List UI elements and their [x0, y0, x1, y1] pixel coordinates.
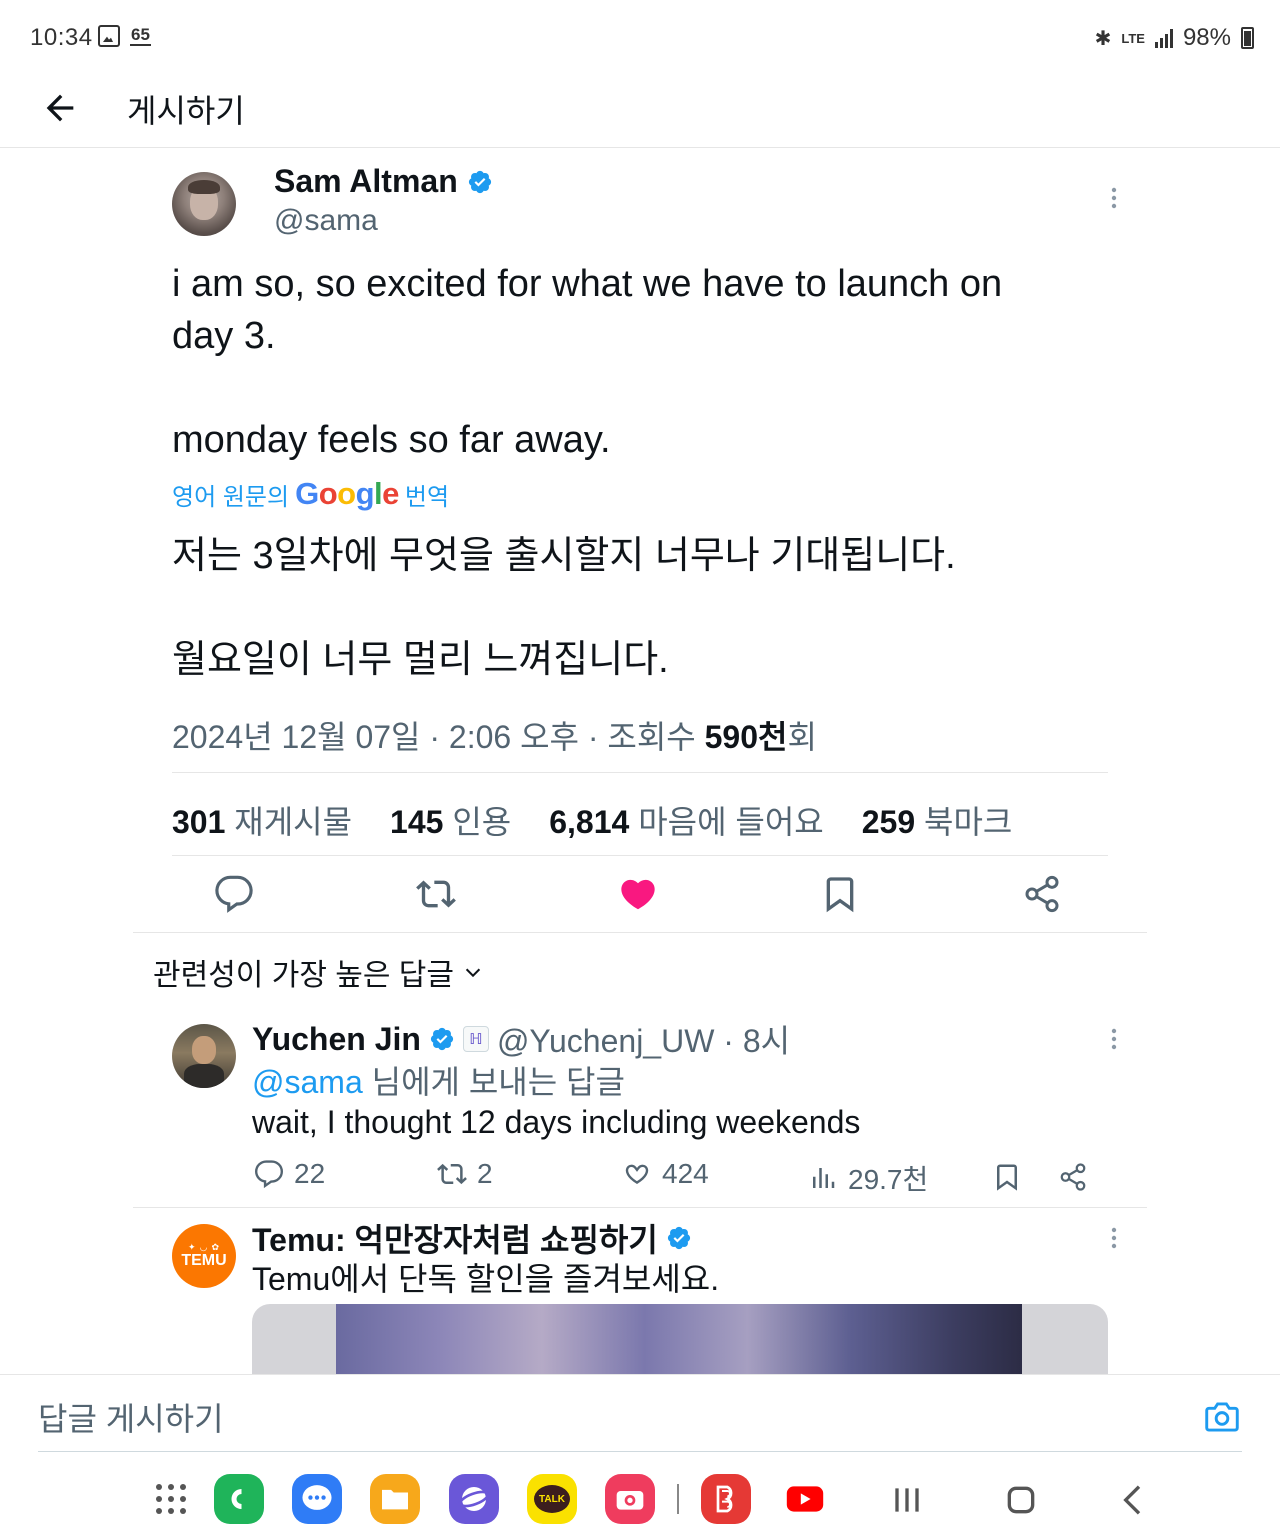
reply-bookmark-icon[interactable] [992, 1162, 1022, 1192]
ad-text: Temu에서 단독 할인을 즐겨보세요. [252, 1261, 720, 1297]
stat-quotes[interactable]: 145 인용 [390, 797, 511, 843]
reply-views-button[interactable]: 29.7천 [808, 1158, 928, 1198]
camera-icon[interactable] [1204, 1401, 1240, 1433]
reply-composer [0, 1374, 1280, 1454]
gallery-notification-icon [98, 25, 120, 47]
author-name-row[interactable]: Sam Altman [274, 163, 493, 200]
reply-header: Yuchen Jin ℍ @Yuchenj_UW · 8시 [252, 1016, 790, 1062]
share-icon[interactable] [1022, 874, 1062, 914]
engagement-stats: 301 재게시물 145 인용 6,814 마음에 들어요 259 북마크 [172, 797, 1012, 843]
divider [133, 1207, 1147, 1208]
status-bar: 10:34 65 ✱ LTE 98% [0, 0, 1280, 74]
battery-percent: 98% [1182, 24, 1231, 51]
affiliate-badge-icon: ℍ [462, 1026, 489, 1052]
more-options-icon[interactable] [1110, 186, 1118, 210]
stat-bookmarks[interactable]: 259 북마크 [862, 797, 1013, 843]
reply-avatar[interactable] [172, 1024, 236, 1088]
author-handle[interactable]: @sama [274, 204, 378, 238]
divider [133, 932, 1147, 933]
signal-icon [1154, 28, 1173, 48]
bookmark-icon[interactable] [820, 874, 860, 914]
back-nav-icon[interactable] [1114, 1480, 1154, 1520]
stat-likes[interactable]: 6,814 마음에 들어요 [549, 797, 824, 843]
post-meta: 2024년 12월 07일 · 2:06 오후 · 조회수 590천회 [172, 719, 817, 755]
notification-badge: 65 [130, 25, 151, 46]
chevron-down-icon [465, 968, 481, 978]
replying-to: @sama 님에게 보내는 답글 [252, 1064, 625, 1100]
reply-author-name[interactable]: Yuchen Jin [252, 1021, 421, 1058]
files-app-icon[interactable] [370, 1474, 420, 1524]
heart-icon [625, 1164, 649, 1184]
view-count: 590천 [704, 719, 788, 755]
google-logo: Google [295, 476, 399, 511]
reply-text: wait, I thought 12 days including weeken… [252, 1104, 861, 1140]
post-date: 2024년 12월 07일 · 2:06 오후 · 조회수 [172, 719, 696, 755]
more-options-icon[interactable] [1110, 1027, 1118, 1051]
kakaotalk-app-icon[interactable]: TALK [527, 1474, 577, 1524]
views-chart-icon [813, 1168, 835, 1188]
reply-icon [254, 1160, 284, 1189]
youtube-app-icon[interactable] [780, 1474, 830, 1524]
phone-app-icon[interactable] [214, 1474, 264, 1524]
divider [172, 772, 1108, 773]
lte-icon: LTE [1121, 30, 1145, 46]
camera-app-icon[interactable] [605, 1474, 655, 1524]
repost-icon [437, 1163, 467, 1185]
internet-app-icon[interactable] [449, 1474, 499, 1524]
divider [38, 1451, 1242, 1452]
reply-repost-button[interactable]: 2 [437, 1158, 493, 1190]
nav-separator [677, 1484, 679, 1514]
home-icon[interactable] [1001, 1480, 1041, 1520]
author-name[interactable]: Sam Altman [274, 163, 458, 199]
translate-suffix: 번역 [404, 483, 450, 511]
verified-badge-icon [430, 1027, 454, 1051]
like-icon-active[interactable] [618, 874, 658, 914]
translate-prefix: 영어 원문의 [172, 483, 290, 511]
verified-badge-icon [468, 170, 491, 194]
temu-logo[interactable]: ✦ ◡ ✿ TEMU [172, 1224, 236, 1288]
reply-mention[interactable]: @sama [252, 1064, 363, 1100]
translation-attribution[interactable]: 영어 원문의 Google 번역 [172, 476, 449, 512]
recent-apps-icon[interactable] [887, 1480, 927, 1520]
translated-text: 저는 3일차에 무엇을 출시할지 너무나 기대됩니다. 월요일이 너무 멀리 느… [172, 535, 956, 681]
reply-like-button[interactable]: 424 [622, 1158, 709, 1190]
stat-reposts[interactable]: 301 재게시물 [172, 797, 352, 843]
more-options-icon[interactable] [1110, 1226, 1118, 1250]
bluetooth-icon: ✱ [1094, 27, 1112, 50]
reply-sort-dropdown[interactable]: 관련성이 가장 높은 답글 [153, 950, 484, 994]
ad-media-image[interactable] [252, 1304, 1108, 1376]
sort-label: 관련성이 가장 높은 답글 [153, 959, 455, 992]
page-title: 게시하기 [127, 93, 245, 129]
messages-app-icon[interactable] [292, 1474, 342, 1524]
system-nav-bar: TALK [0, 1456, 1280, 1537]
reply-icon[interactable] [214, 874, 254, 914]
back-arrow-icon[interactable] [40, 88, 80, 128]
bookshelf-app-icon[interactable] [701, 1474, 751, 1524]
author-avatar[interactable] [172, 172, 236, 236]
repost-icon[interactable] [416, 874, 456, 914]
battery-icon [1241, 27, 1254, 49]
reply-reply-button[interactable]: 22 [254, 1158, 325, 1190]
reply-share-icon[interactable] [1058, 1162, 1088, 1192]
verified-badge-icon [667, 1226, 690, 1250]
top-app-bar: 게시하기 [0, 74, 1280, 148]
reply-input[interactable] [38, 1401, 1138, 1438]
divider [172, 855, 1108, 856]
app-drawer-icon[interactable] [156, 1484, 186, 1514]
post-text: i am so, so excited for what we have to … [172, 263, 1003, 461]
status-time: 10:34 [30, 24, 93, 51]
reply-handle[interactable]: @Yuchenj_UW · 8시 [497, 1016, 790, 1062]
